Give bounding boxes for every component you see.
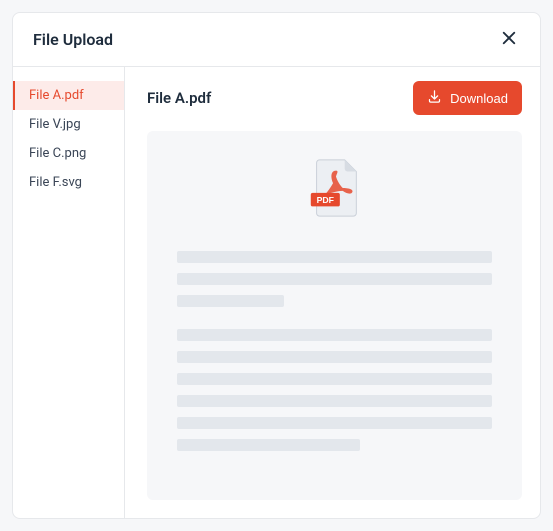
modal-header: File Upload xyxy=(13,13,540,67)
modal-title: File Upload xyxy=(33,30,113,49)
pdf-file-icon: PDF xyxy=(304,157,366,223)
file-item-file-f[interactable]: File F.svg xyxy=(13,168,124,197)
file-item-file-c[interactable]: File C.png xyxy=(13,139,124,168)
close-button[interactable] xyxy=(498,27,520,52)
file-item-label: File C.png xyxy=(29,146,86,161)
file-item-file-v[interactable]: File V.jpg xyxy=(13,110,124,139)
file-list-sidebar: File A.pdf File V.jpg File C.png File F.… xyxy=(13,67,125,518)
pdf-badge-text: PDF xyxy=(316,195,333,205)
file-item-file-a[interactable]: File A.pdf xyxy=(13,81,124,110)
file-preview-panel: File A.pdf Download xyxy=(125,67,540,518)
download-icon xyxy=(427,89,442,107)
preview-header: File A.pdf Download xyxy=(147,81,522,115)
download-button[interactable]: Download xyxy=(413,81,522,115)
file-upload-modal: File Upload File A.pdf File V.jpg File C… xyxy=(12,12,541,519)
file-item-label: File V.jpg xyxy=(29,117,81,132)
content-placeholder xyxy=(177,251,492,461)
file-item-label: File A.pdf xyxy=(29,88,84,103)
close-icon xyxy=(500,29,518,50)
download-button-label: Download xyxy=(450,91,508,106)
preview-filename: File A.pdf xyxy=(147,89,211,107)
file-item-label: File F.svg xyxy=(29,175,82,190)
file-preview-area: PDF xyxy=(147,131,522,500)
modal-body: File A.pdf File V.jpg File C.png File F.… xyxy=(13,67,540,518)
